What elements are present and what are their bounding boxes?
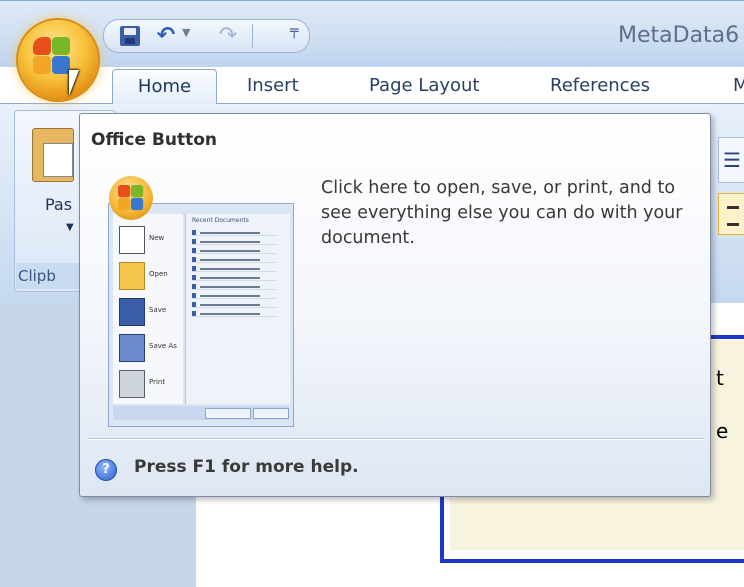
toolbar-divider [252, 24, 253, 48]
preview-menu-label: New [149, 234, 165, 242]
print-icon [119, 370, 145, 398]
preview-recent-item [192, 257, 276, 263]
document-text: t [716, 366, 724, 390]
preview-menu-item: Save [115, 294, 181, 330]
paste-dropdown-icon[interactable]: ▼ [66, 222, 74, 233]
tab-references[interactable]: References [550, 69, 650, 103]
save-icon [119, 298, 145, 326]
window-title: MetaData6 [618, 23, 740, 48]
preview-menu-label: Open [149, 270, 168, 278]
preview-recent-item [192, 230, 276, 236]
preview-menu-label: Print [149, 378, 166, 386]
preview-menu-label: Save [149, 306, 167, 314]
new-icon [119, 226, 145, 254]
tooltip-description: Click here to open, save, or print, and … [321, 178, 683, 248]
preview-footer [113, 406, 289, 420]
preview-menu-item: New [115, 222, 181, 258]
preview-menu-item: Print [115, 366, 181, 402]
preview-recent-documents: Recent Documents [185, 214, 290, 404]
tab-mailings[interactable]: Ma [733, 69, 744, 103]
bullets-icon[interactable]: ☰ [718, 137, 744, 183]
paste-button-label[interactable]: Pas [45, 195, 72, 214]
save-icon[interactable] [118, 24, 142, 48]
preview-recent-item [192, 311, 276, 317]
help-icon: ? [95, 459, 117, 481]
save-as-icon [119, 334, 145, 362]
undo-icon[interactable]: ↶ [154, 24, 178, 48]
preview-recent-title: Recent Documents [192, 217, 249, 224]
preview-options-button [205, 408, 251, 419]
office-menu-preview: New Open Save Save As Print Recent Docum… [108, 203, 294, 427]
tooltip-title: Office Button [91, 130, 218, 150]
preview-menu-label: Save As [149, 342, 177, 350]
preview-menu: New Open Save Save As Print [113, 214, 183, 404]
justify-icon[interactable] [718, 193, 744, 235]
preview-recent-item [192, 239, 276, 245]
title-bar: ↶ ▼ ↷ ╤ MetaData6 [0, 0, 744, 67]
redo-icon[interactable]: ↷ [216, 24, 240, 48]
preview-menu-item: Open [115, 258, 181, 294]
preview-menu-item: Save As [115, 330, 181, 366]
paste-icon[interactable] [32, 128, 74, 182]
mouse-cursor-icon [69, 70, 89, 96]
preview-recent-item [192, 275, 276, 281]
quick-access-toolbar: ↶ ▼ ↷ ╤ [103, 19, 310, 53]
office-button-tooltip: Office Button New Open Save Save As Prin… [79, 113, 711, 497]
preview-recent-item [192, 293, 276, 299]
preview-exit-button [253, 408, 289, 419]
undo-dropdown-icon[interactable]: ▼ [182, 26, 190, 39]
open-icon [119, 262, 145, 290]
office-logo-icon [33, 37, 71, 75]
preview-recent-item [192, 302, 276, 308]
office-logo-icon [109, 176, 153, 220]
preview-recent-item [192, 266, 276, 272]
preview-recent-item [192, 248, 276, 254]
tooltip-divider [88, 438, 704, 440]
tab-page-layout[interactable]: Page Layout [369, 69, 480, 103]
customize-icon[interactable]: ╤ [290, 23, 298, 39]
preview-recent-item [192, 284, 276, 290]
tab-home[interactable]: Home [112, 69, 217, 104]
tooltip-help-text: Press F1 for more help. [134, 457, 359, 477]
tab-insert[interactable]: Insert [247, 69, 299, 103]
document-text: e [716, 419, 729, 443]
